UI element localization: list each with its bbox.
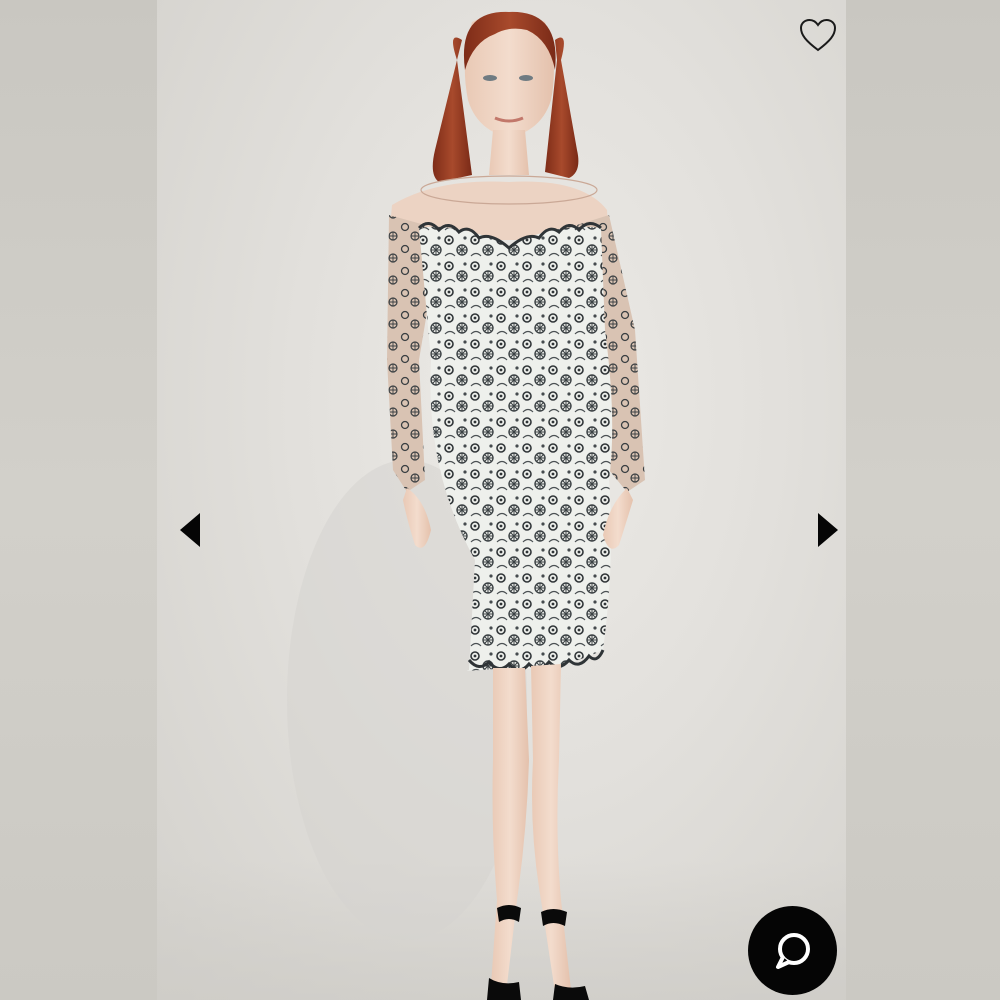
- left-blurred-panel: [0, 0, 157, 1000]
- chat-button[interactable]: Open chat: [748, 906, 837, 995]
- right-blurred-panel: [846, 0, 1000, 1000]
- product-photo: Model wearing a long-sleeve black and wh…: [157, 0, 846, 1000]
- product-image-viewer: Model wearing a long-sleeve black and wh…: [0, 0, 1000, 1000]
- favorite-button[interactable]: Add to favorites: [796, 14, 840, 58]
- model-figure: [287, 11, 645, 1000]
- triangle-right-icon: [818, 513, 838, 547]
- previous-image-button[interactable]: Previous image: [176, 510, 206, 550]
- speech-bubble-icon: [775, 932, 810, 969]
- triangle-left-icon: [180, 513, 200, 547]
- heart-outline-icon: [799, 18, 837, 52]
- next-image-button[interactable]: Next image: [812, 510, 842, 550]
